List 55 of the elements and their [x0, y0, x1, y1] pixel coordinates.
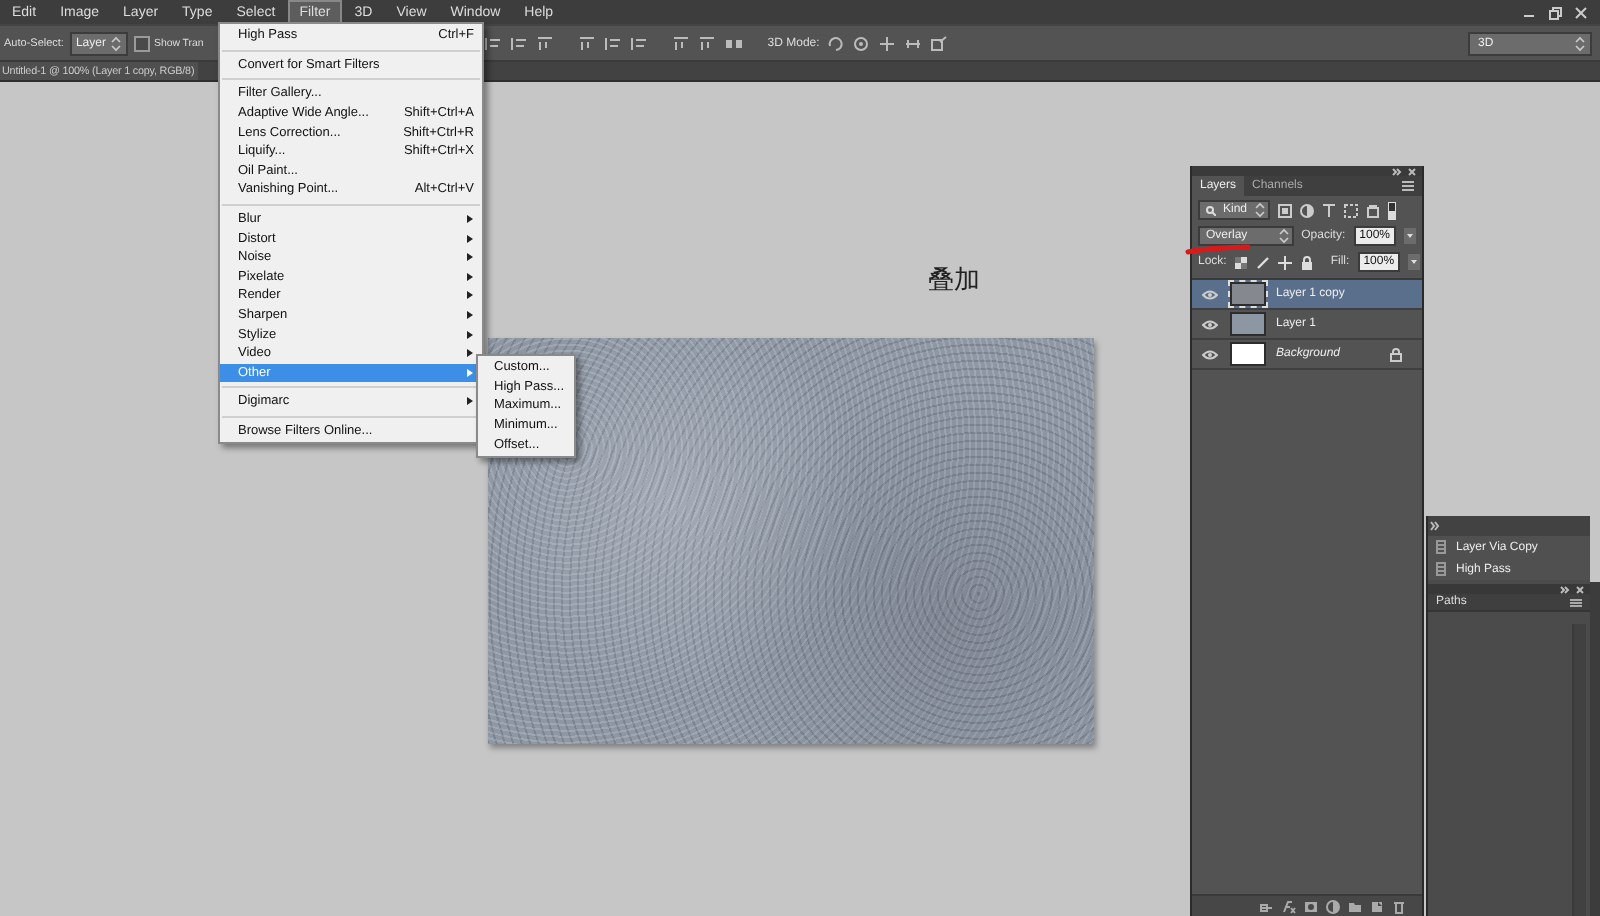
eye-icon[interactable] — [1202, 349, 1218, 359]
folder-icon[interactable] — [1348, 899, 1362, 913]
rotate-icon[interactable] — [825, 35, 844, 51]
type-filter-icon[interactable] — [1322, 203, 1336, 217]
adjustment-icon[interactable] — [1326, 899, 1340, 913]
collapse-icon[interactable] — [1560, 585, 1570, 593]
image-filter-icon[interactable] — [1278, 203, 1292, 217]
brush-icon[interactable] — [1256, 255, 1271, 269]
history-state-icon — [1436, 562, 1446, 576]
collapse-icon[interactable] — [1430, 520, 1440, 532]
align-icon[interactable] — [577, 35, 596, 51]
panel-menu-icon[interactable] — [1400, 178, 1416, 194]
scale-icon[interactable] — [929, 35, 948, 51]
align-icon[interactable] — [671, 35, 690, 51]
eye-icon[interactable] — [1202, 319, 1218, 329]
slide-icon[interactable] — [903, 35, 922, 51]
annotation-stroke — [1184, 244, 1252, 256]
align-icon[interactable] — [483, 35, 502, 51]
close-icon[interactable] — [1408, 167, 1416, 175]
canvas-annotation: 叠加 — [928, 264, 980, 298]
close-icon[interactable] — [1576, 585, 1584, 593]
align-icon[interactable] — [603, 35, 622, 51]
move-icon[interactable] — [877, 35, 896, 51]
filter-toggle-icon[interactable] — [1388, 201, 1396, 219]
caret-icon — [109, 35, 122, 51]
trash-icon[interactable] — [1392, 899, 1406, 913]
mask-icon[interactable] — [1304, 899, 1318, 913]
align-icon[interactable] — [629, 35, 648, 51]
align-icon[interactable] — [535, 35, 554, 51]
caret-icon — [1277, 228, 1290, 244]
restore-icon[interactable] — [1548, 5, 1562, 19]
checkbox[interactable] — [133, 35, 150, 51]
fx-icon[interactable] — [1282, 899, 1296, 913]
smart-object-filter-icon[interactable] — [1366, 203, 1380, 217]
lock-transparency-icon[interactable] — [1234, 255, 1249, 269]
align-icon[interactable] — [697, 35, 716, 51]
dropdown-arrow-icon[interactable] — [1404, 228, 1416, 244]
search-icon — [1206, 205, 1216, 215]
shape-filter-icon[interactable] — [1344, 203, 1358, 217]
align-icon[interactable] — [509, 35, 528, 51]
new-layer-icon[interactable] — [1370, 899, 1384, 913]
roll-icon[interactable] — [851, 35, 870, 51]
history-state-icon — [1436, 540, 1446, 554]
distribute-icon[interactable] — [723, 35, 744, 51]
close-icon[interactable] — [1574, 5, 1588, 19]
dropdown-arrow-icon[interactable] — [1408, 254, 1421, 270]
lock-icon[interactable] — [1300, 255, 1315, 269]
caret-icon — [1574, 35, 1586, 51]
panel-menu-icon[interactable] — [1570, 597, 1582, 607]
adjustment-filter-icon[interactable] — [1300, 203, 1314, 217]
move-icon[interactable] — [1278, 255, 1293, 269]
collapse-icon[interactable] — [1392, 167, 1402, 175]
link-icon[interactable] — [1260, 899, 1274, 913]
caret-icon — [1253, 202, 1266, 218]
eye-icon[interactable] — [1202, 289, 1218, 299]
